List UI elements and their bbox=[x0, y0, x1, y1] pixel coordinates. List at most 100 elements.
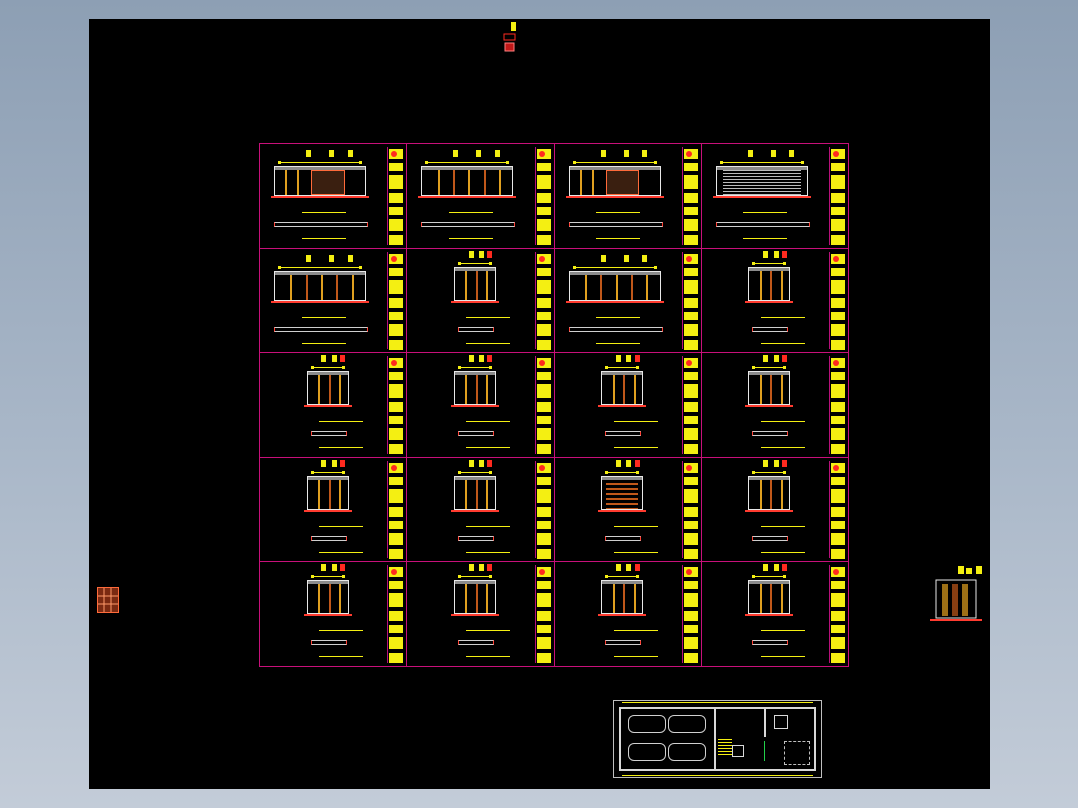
elevation-drawing bbox=[598, 371, 647, 408]
title-block bbox=[534, 460, 552, 559]
drawing-label bbox=[319, 443, 364, 449]
plan-section bbox=[715, 222, 810, 227]
annotation-tag bbox=[600, 150, 606, 157]
annotation-tag bbox=[468, 250, 474, 258]
drawing-label bbox=[466, 313, 511, 318]
drawing-label bbox=[613, 522, 658, 527]
dimension-line bbox=[605, 361, 640, 370]
annotation-tag bbox=[479, 250, 485, 258]
drawing-label bbox=[319, 417, 364, 423]
elevation-sheet[interactable] bbox=[553, 456, 702, 563]
drawing-label bbox=[301, 234, 346, 239]
annotation-tag bbox=[306, 150, 312, 157]
dimension-line bbox=[425, 156, 510, 164]
elevation-sheet[interactable] bbox=[700, 561, 849, 667]
elevation-sheet-grid bbox=[259, 143, 849, 667]
annotation-tag bbox=[770, 150, 776, 157]
drawing-label bbox=[448, 208, 493, 213]
elevation-sheet[interactable] bbox=[700, 247, 849, 354]
drawing-label bbox=[301, 313, 346, 318]
elevation-sheet[interactable] bbox=[259, 561, 408, 667]
logo-mark-icon bbox=[538, 360, 545, 367]
elevation-sheet[interactable] bbox=[700, 456, 849, 563]
elevation-sheet[interactable] bbox=[406, 143, 555, 249]
dimension-line bbox=[572, 261, 657, 269]
elevation-sheet[interactable] bbox=[553, 143, 702, 249]
elevation-sheet[interactable] bbox=[553, 561, 702, 667]
plan-section bbox=[421, 222, 516, 227]
elevation-sheet[interactable] bbox=[553, 247, 702, 354]
elevation-drawing bbox=[450, 475, 499, 512]
dimension-line bbox=[457, 361, 492, 370]
elevation-sheet[interactable] bbox=[700, 352, 849, 458]
title-block bbox=[387, 251, 404, 350]
detail-thumbnail-icon bbox=[97, 587, 119, 613]
right-detail-elevation[interactable] bbox=[928, 566, 984, 624]
elevation-sheet[interactable] bbox=[406, 352, 555, 458]
annotation-tag bbox=[781, 355, 787, 363]
plan-section bbox=[457, 535, 494, 541]
annotation-tag bbox=[453, 150, 459, 157]
elevation-sheet[interactable] bbox=[700, 143, 849, 249]
drawing-label bbox=[596, 234, 641, 239]
elevation-drawing bbox=[450, 580, 499, 617]
floor-plan[interactable] bbox=[613, 700, 822, 778]
elevation-sheet[interactable] bbox=[406, 456, 555, 563]
dimension-line bbox=[572, 156, 657, 164]
logo-mark-icon bbox=[538, 464, 545, 471]
partition-wall bbox=[764, 707, 766, 737]
drawing-label bbox=[448, 234, 493, 239]
annotation-tag bbox=[642, 150, 648, 157]
green-line bbox=[764, 741, 765, 761]
elevation-drawing bbox=[598, 580, 647, 617]
drawing-label bbox=[466, 652, 511, 658]
drawing-label bbox=[613, 626, 658, 632]
title-block bbox=[681, 460, 699, 559]
drawing-label bbox=[760, 626, 805, 632]
elevation-sheet[interactable] bbox=[406, 247, 555, 354]
annotation-tag bbox=[763, 459, 769, 467]
stair-icon bbox=[718, 739, 732, 757]
parking-car-icon bbox=[668, 743, 706, 761]
title-block bbox=[829, 147, 846, 245]
plan-section bbox=[605, 431, 642, 437]
left-detail-thumbnail[interactable] bbox=[97, 587, 119, 613]
elevation-sheet[interactable] bbox=[259, 143, 408, 249]
drawing-label bbox=[466, 626, 511, 632]
parking-car-icon bbox=[668, 715, 706, 733]
plan-section bbox=[457, 326, 494, 332]
annotation-tag bbox=[331, 459, 337, 467]
annotation-tag bbox=[479, 355, 485, 363]
elevation-drawing bbox=[271, 270, 369, 303]
elevation-drawing bbox=[450, 266, 499, 303]
elevation-sheet[interactable] bbox=[406, 561, 555, 667]
partition-wall bbox=[714, 707, 716, 771]
drawing-label bbox=[760, 417, 805, 423]
drawing-label bbox=[613, 443, 658, 449]
dimension-line bbox=[457, 257, 492, 265]
elevation-drawing bbox=[303, 580, 352, 617]
drawing-label bbox=[301, 339, 346, 344]
annotation-tag bbox=[321, 459, 327, 467]
annotation-tag bbox=[487, 250, 493, 258]
elevation-sheet[interactable] bbox=[259, 352, 408, 458]
annotation-tag bbox=[789, 150, 795, 157]
drawing-label bbox=[760, 652, 805, 658]
elevation-sheet[interactable] bbox=[553, 352, 702, 458]
elevation-drawing bbox=[712, 166, 811, 198]
elevation-sheet[interactable] bbox=[259, 247, 408, 354]
annotation-tag bbox=[763, 564, 769, 572]
dimension-line bbox=[278, 156, 362, 164]
title-block bbox=[829, 565, 846, 664]
annotation-tag bbox=[347, 254, 353, 262]
plan-section bbox=[457, 640, 494, 646]
annotation-tag bbox=[329, 254, 335, 262]
plan-section bbox=[752, 535, 789, 541]
elevation-drawing bbox=[745, 371, 794, 408]
title-block bbox=[387, 460, 404, 559]
elevation-sheet[interactable] bbox=[259, 456, 408, 563]
detail-thumbnail-icon bbox=[930, 566, 982, 621]
annotation-tag bbox=[634, 564, 640, 572]
annotation-tag bbox=[615, 564, 621, 572]
drawing-label bbox=[319, 522, 364, 527]
